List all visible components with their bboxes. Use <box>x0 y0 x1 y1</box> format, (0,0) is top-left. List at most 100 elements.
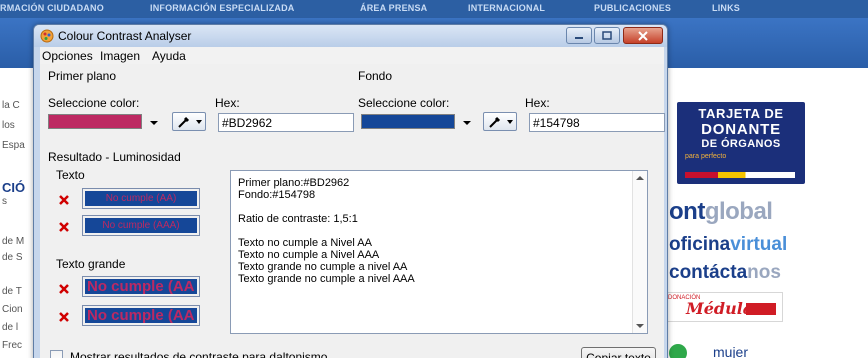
results-line <box>238 225 415 237</box>
window-title: Colour Contrast Analyser <box>58 29 192 43</box>
results-line: Ratio de contraste: 1,5:1 <box>238 213 358 225</box>
text-aaa-result-sample: No cumple (AAA) <box>82 215 200 236</box>
nav-link-prensa[interactable]: ÁREA PRENSA <box>360 3 427 13</box>
background-dropdown-arrow-icon[interactable] <box>461 115 473 130</box>
left-fragment: Frec <box>2 340 22 351</box>
minimize-button[interactable] <box>566 27 592 44</box>
close-icon <box>638 30 648 41</box>
colour-contrast-analyser-window: Colour Contrast Analyser Opciones Imagen… <box>33 24 668 358</box>
medula-banner[interactable]: DONACIÓN Médula <box>665 292 783 322</box>
large-aaa-result-text: No cumple (AA <box>85 308 197 323</box>
left-fragment: CIÓ <box>2 180 26 195</box>
foreground-select-label: Seleccione color: <box>48 96 140 110</box>
foreground-section-label: Primer plano <box>48 69 117 83</box>
oficina-virtual-link[interactable]: oficinavirtual <box>669 234 787 256</box>
fail-x-icon <box>59 284 69 294</box>
donor-banner-line3: DE ÓRGANOS <box>701 138 781 150</box>
text-aaa-result-text: No cumple (AAA) <box>85 218 197 233</box>
contactanos-dark: contácta <box>669 262 748 283</box>
results-scrollbar[interactable] <box>632 171 647 333</box>
app-icon <box>40 29 54 43</box>
donor-banner-line4: para perfecto <box>685 153 727 160</box>
text-aa-result-text: No cumple (AA) <box>85 191 197 206</box>
left-fragment: de M <box>2 236 25 247</box>
bottom-logo-text: mujer <box>713 344 749 358</box>
nav-link-especializada[interactable]: INFORMACIÓN ESPECIALIZADA <box>150 3 295 13</box>
donor-card-banner[interactable]: TARJETA DE DONANTE DE ÓRGANOS para perfe… <box>677 102 805 184</box>
background-color-swatch[interactable] <box>361 114 455 129</box>
ontglobal-light: global <box>704 198 773 225</box>
daltonism-checkbox-label[interactable]: Mostrar resultados de contraste para dal… <box>70 350 327 358</box>
left-fragment: de T <box>2 286 22 297</box>
background-eyedropper-button[interactable] <box>483 112 517 131</box>
foreground-eyedropper-button[interactable] <box>172 112 206 131</box>
eyedropper-icon <box>178 116 190 128</box>
chevron-down-icon <box>196 120 202 124</box>
contactanos-light: nos <box>747 262 781 283</box>
donor-banner-line2: DONANTE <box>701 121 781 138</box>
left-fragment: la C <box>2 100 20 111</box>
left-fragment: los <box>2 120 15 131</box>
house-icon <box>746 303 776 315</box>
medula-name: Médula <box>686 299 754 318</box>
website-nav-bar: RMACIÓN CIUDADANO INFORMACIÓN ESPECIALIZ… <box>0 0 868 18</box>
website-right-column: TARJETA DE DONANTE DE ÓRGANOS para perfe… <box>665 68 868 358</box>
ontglobal-dark: ont <box>669 198 705 225</box>
donor-banner-flag-strip <box>685 172 795 178</box>
results-line: Texto grande no cumple a nivel AAA <box>238 273 415 285</box>
background-section-label: Fondo <box>358 69 393 83</box>
menu-ayuda[interactable]: Ayuda <box>152 49 186 63</box>
left-fragment: Cion <box>2 304 23 315</box>
donor-banner-line1: TARJETA DE <box>698 106 784 121</box>
results-lines: Primer plano:#BD2962 Fondo:#154798 Ratio… <box>238 177 415 285</box>
eyedropper-icon <box>489 116 501 128</box>
foreground-hex-input[interactable]: #BD2962 <box>218 113 354 132</box>
minimize-icon <box>575 36 583 39</box>
results-text-area[interactable]: Primer plano:#BD2962 Fondo:#154798 Ratio… <box>230 170 648 334</box>
background-hex-label: Hex: <box>525 96 550 110</box>
ontglobal-logo-link[interactable]: ontglobal <box>669 198 773 226</box>
fail-x-icon <box>59 312 69 322</box>
text-aa-result-sample: No cumple (AA) <box>82 188 200 209</box>
text-results-label: Texto <box>56 168 85 182</box>
contactanos-link[interactable]: contáctanos <box>669 262 781 284</box>
background-select-label: Seleccione color: <box>358 96 450 110</box>
results-line <box>238 201 415 213</box>
results-line: Primer plano:#BD2962 <box>238 177 350 189</box>
menu-imagen[interactable]: Imagen <box>100 49 140 63</box>
left-fragment: de S <box>2 252 23 263</box>
foreground-hex-label: Hex: <box>215 96 240 110</box>
title-bar[interactable]: Colour Contrast Analyser <box>34 25 667 47</box>
results-line: Texto no cumple a Nivel AA <box>238 237 372 249</box>
results-line: Fondo:#154798 <box>238 189 316 201</box>
nav-link-internacional[interactable]: INTERNACIONAL <box>468 3 545 13</box>
left-fragment: de l <box>2 322 19 333</box>
chevron-down-icon <box>507 120 513 124</box>
large-aa-result-sample: No cumple (AA <box>82 276 200 297</box>
maximize-button[interactable] <box>594 27 620 44</box>
daltonism-checkbox[interactable] <box>50 350 63 358</box>
scroll-up-arrow-icon[interactable] <box>636 175 644 181</box>
bottom-logo-link[interactable]: mujer <box>665 340 783 358</box>
fail-x-icon <box>59 222 69 232</box>
menu-opciones[interactable]: Opciones <box>42 49 93 63</box>
scroll-down-arrow-icon[interactable] <box>636 323 644 329</box>
results-heading: Resultado - Luminosidad <box>48 150 181 164</box>
large-aaa-result-sample: No cumple (AA <box>82 305 200 326</box>
nav-link-links[interactable]: LINKS <box>712 3 740 13</box>
background-hex-input[interactable]: #154798 <box>529 113 665 132</box>
large-aa-result-text: No cumple (AA <box>85 279 197 294</box>
large-text-results-label: Texto grande <box>56 257 126 271</box>
nav-link-ciudadano[interactable]: RMACIÓN CIUDADANO <box>0 3 104 13</box>
foreground-dropdown-arrow-icon[interactable] <box>148 115 160 130</box>
copy-text-button[interactable]: Copiar texto <box>581 347 656 358</box>
circle-logo-icon <box>669 344 687 358</box>
close-button[interactable] <box>623 27 663 44</box>
menu-bar: Opciones Imagen Ayuda <box>40 47 664 64</box>
results-line: Texto no cumple a Nivel AAA <box>238 249 380 261</box>
left-fragment: s <box>2 196 7 207</box>
fail-x-icon <box>59 195 69 205</box>
nav-link-publicaciones[interactable]: PUBLICACIONES <box>594 3 671 13</box>
maximize-icon <box>602 31 612 40</box>
foreground-color-swatch[interactable] <box>48 114 142 129</box>
